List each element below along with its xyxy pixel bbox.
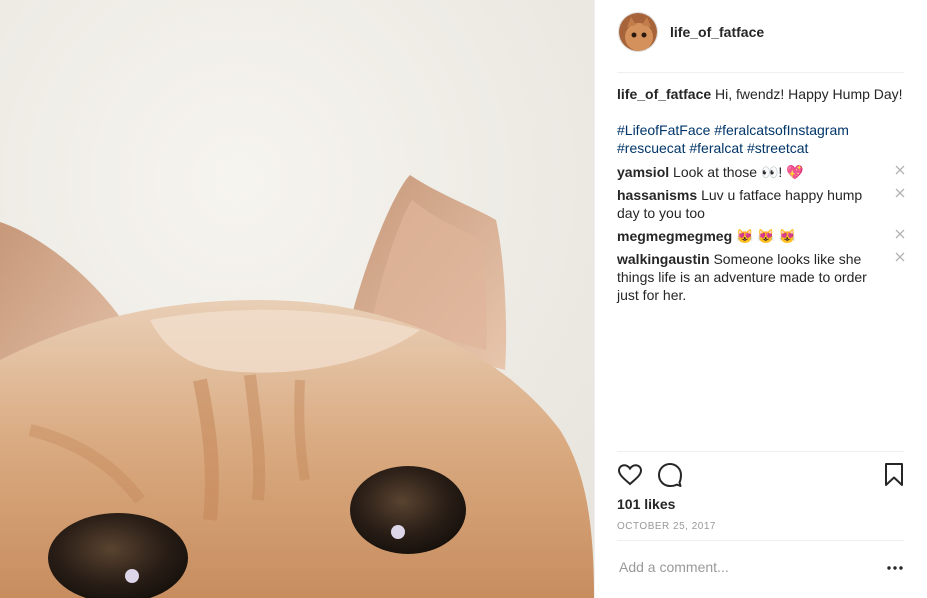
- likes-count[interactable]: 101 likes: [617, 496, 675, 512]
- comment-item: yamsiol Look at those 👀! 💖: [617, 163, 907, 181]
- caption: life_of_fatface Hi, fwendz! Happy Hump D…: [617, 85, 907, 103]
- comment-username[interactable]: hassanisms: [617, 187, 697, 203]
- hashtag-link[interactable]: #rescuecat: [617, 140, 685, 156]
- actions-divider: [617, 451, 904, 452]
- caption-username[interactable]: life_of_fatface: [617, 86, 711, 102]
- close-icon[interactable]: [893, 250, 907, 264]
- comment-username[interactable]: megmegmegmeg: [617, 228, 732, 244]
- hashtag-link[interactable]: #streetcat: [747, 140, 808, 156]
- avatar-image: [619, 13, 657, 51]
- avatar[interactable]: [618, 12, 658, 52]
- action-bar: [617, 462, 907, 488]
- more-options-icon[interactable]: [887, 566, 903, 570]
- post-details-panel: life_of_fatface life_of_fatface Hi, fwen…: [594, 0, 927, 598]
- add-comment-input[interactable]: [619, 559, 859, 575]
- hashtag-link[interactable]: #feralcat: [689, 140, 743, 156]
- comment-username[interactable]: walkingaustin: [617, 251, 710, 267]
- header-username[interactable]: life_of_fatface: [670, 24, 764, 40]
- comment-item: walkingaustin Someone looks like she thi…: [617, 250, 907, 304]
- comment-item: hassanisms Luv u fatface happy hump day …: [617, 186, 907, 222]
- comment-text: Look at those 👀! 💖: [673, 164, 804, 180]
- close-icon[interactable]: [893, 163, 907, 177]
- cat-photo-image: [0, 0, 594, 598]
- post-photo[interactable]: [0, 0, 594, 598]
- close-icon[interactable]: [893, 227, 907, 241]
- heart-icon[interactable]: [617, 462, 643, 488]
- close-icon[interactable]: [893, 186, 907, 200]
- comment-divider: [617, 540, 904, 541]
- speech-bubble-icon[interactable]: [657, 462, 683, 488]
- header-divider: [617, 72, 904, 73]
- comment-item: megmegmegmeg 😻 😻 😻: [617, 227, 907, 245]
- post-header: life_of_fatface: [595, 0, 927, 72]
- hashtag-link[interactable]: #feralcatsofInstagram: [714, 122, 849, 138]
- comments-section: life_of_fatface Hi, fwendz! Happy Hump D…: [617, 85, 907, 309]
- hashtags: #LifeofFatFace #feralcatsofInstagram #re…: [617, 121, 907, 157]
- bookmark-icon[interactable]: [883, 462, 905, 488]
- post-date[interactable]: OCTOBER 25, 2017: [617, 521, 716, 532]
- comment-username[interactable]: yamsiol: [617, 164, 669, 180]
- caption-text: Hi, fwendz! Happy Hump Day!: [715, 86, 903, 102]
- comment-text: 😻 😻 😻: [736, 228, 797, 244]
- hashtag-link[interactable]: #LifeofFatFace: [617, 122, 710, 138]
